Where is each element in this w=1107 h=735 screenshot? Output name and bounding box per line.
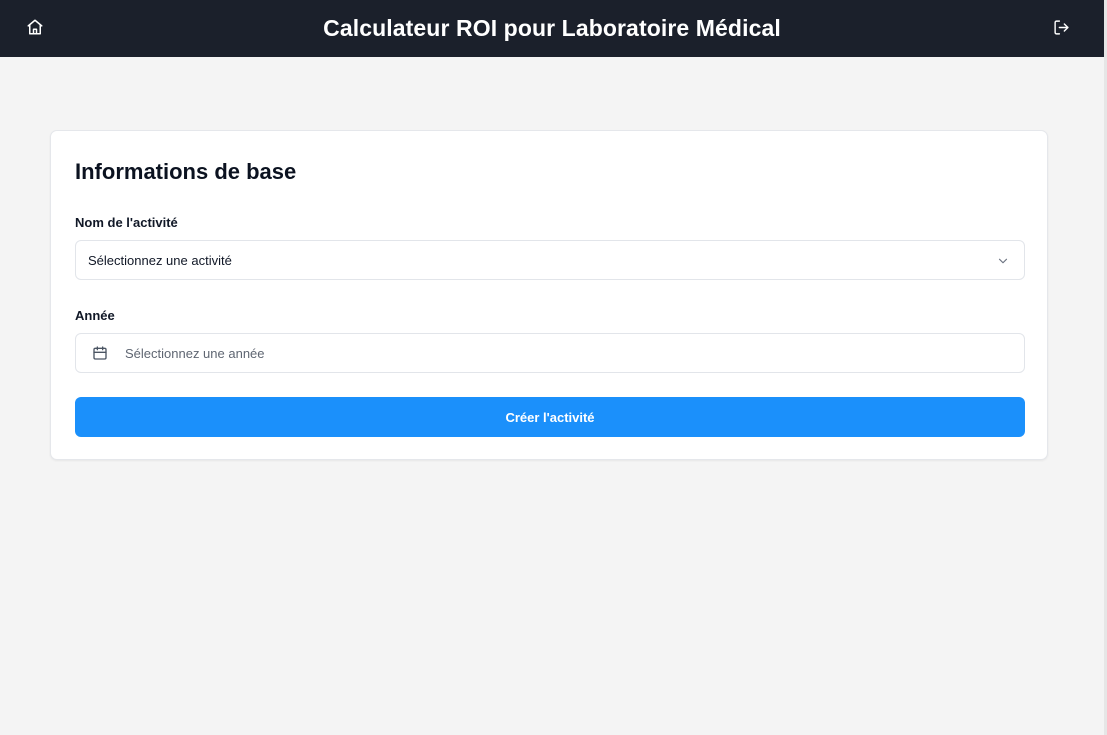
year-picker-placeholder: Sélectionnez une année (125, 345, 265, 361)
logout-icon (1053, 19, 1069, 35)
card-title: Informations de base (75, 159, 297, 184)
activity-name-label: Nom de l'activité (75, 215, 178, 230)
calendar-icon (93, 346, 107, 360)
year-picker[interactable]: Sélectionnez une année (75, 333, 1025, 373)
logout-button[interactable] (1050, 16, 1072, 38)
basic-info-card: Informations de base Nom de l'activité S… (50, 130, 1048, 460)
activity-select[interactable]: Sélectionnez une activité (75, 240, 1025, 280)
home-icon (27, 19, 43, 35)
year-label: Année (75, 308, 115, 323)
home-button[interactable] (24, 16, 46, 38)
top-bar: Calculateur ROI pour Laboratoire Médical (0, 0, 1104, 57)
app-title: Calculateur ROI pour Laboratoire Médical (323, 15, 781, 41)
create-activity-button-label: Créer l'activité (505, 409, 595, 425)
create-activity-button[interactable]: Créer l'activité (75, 397, 1025, 437)
chevron-down-icon (998, 258, 1008, 264)
app-page: Calculateur ROI pour Laboratoire Médical… (0, 0, 1107, 735)
activity-select-value: Sélectionnez une activité (88, 252, 232, 268)
